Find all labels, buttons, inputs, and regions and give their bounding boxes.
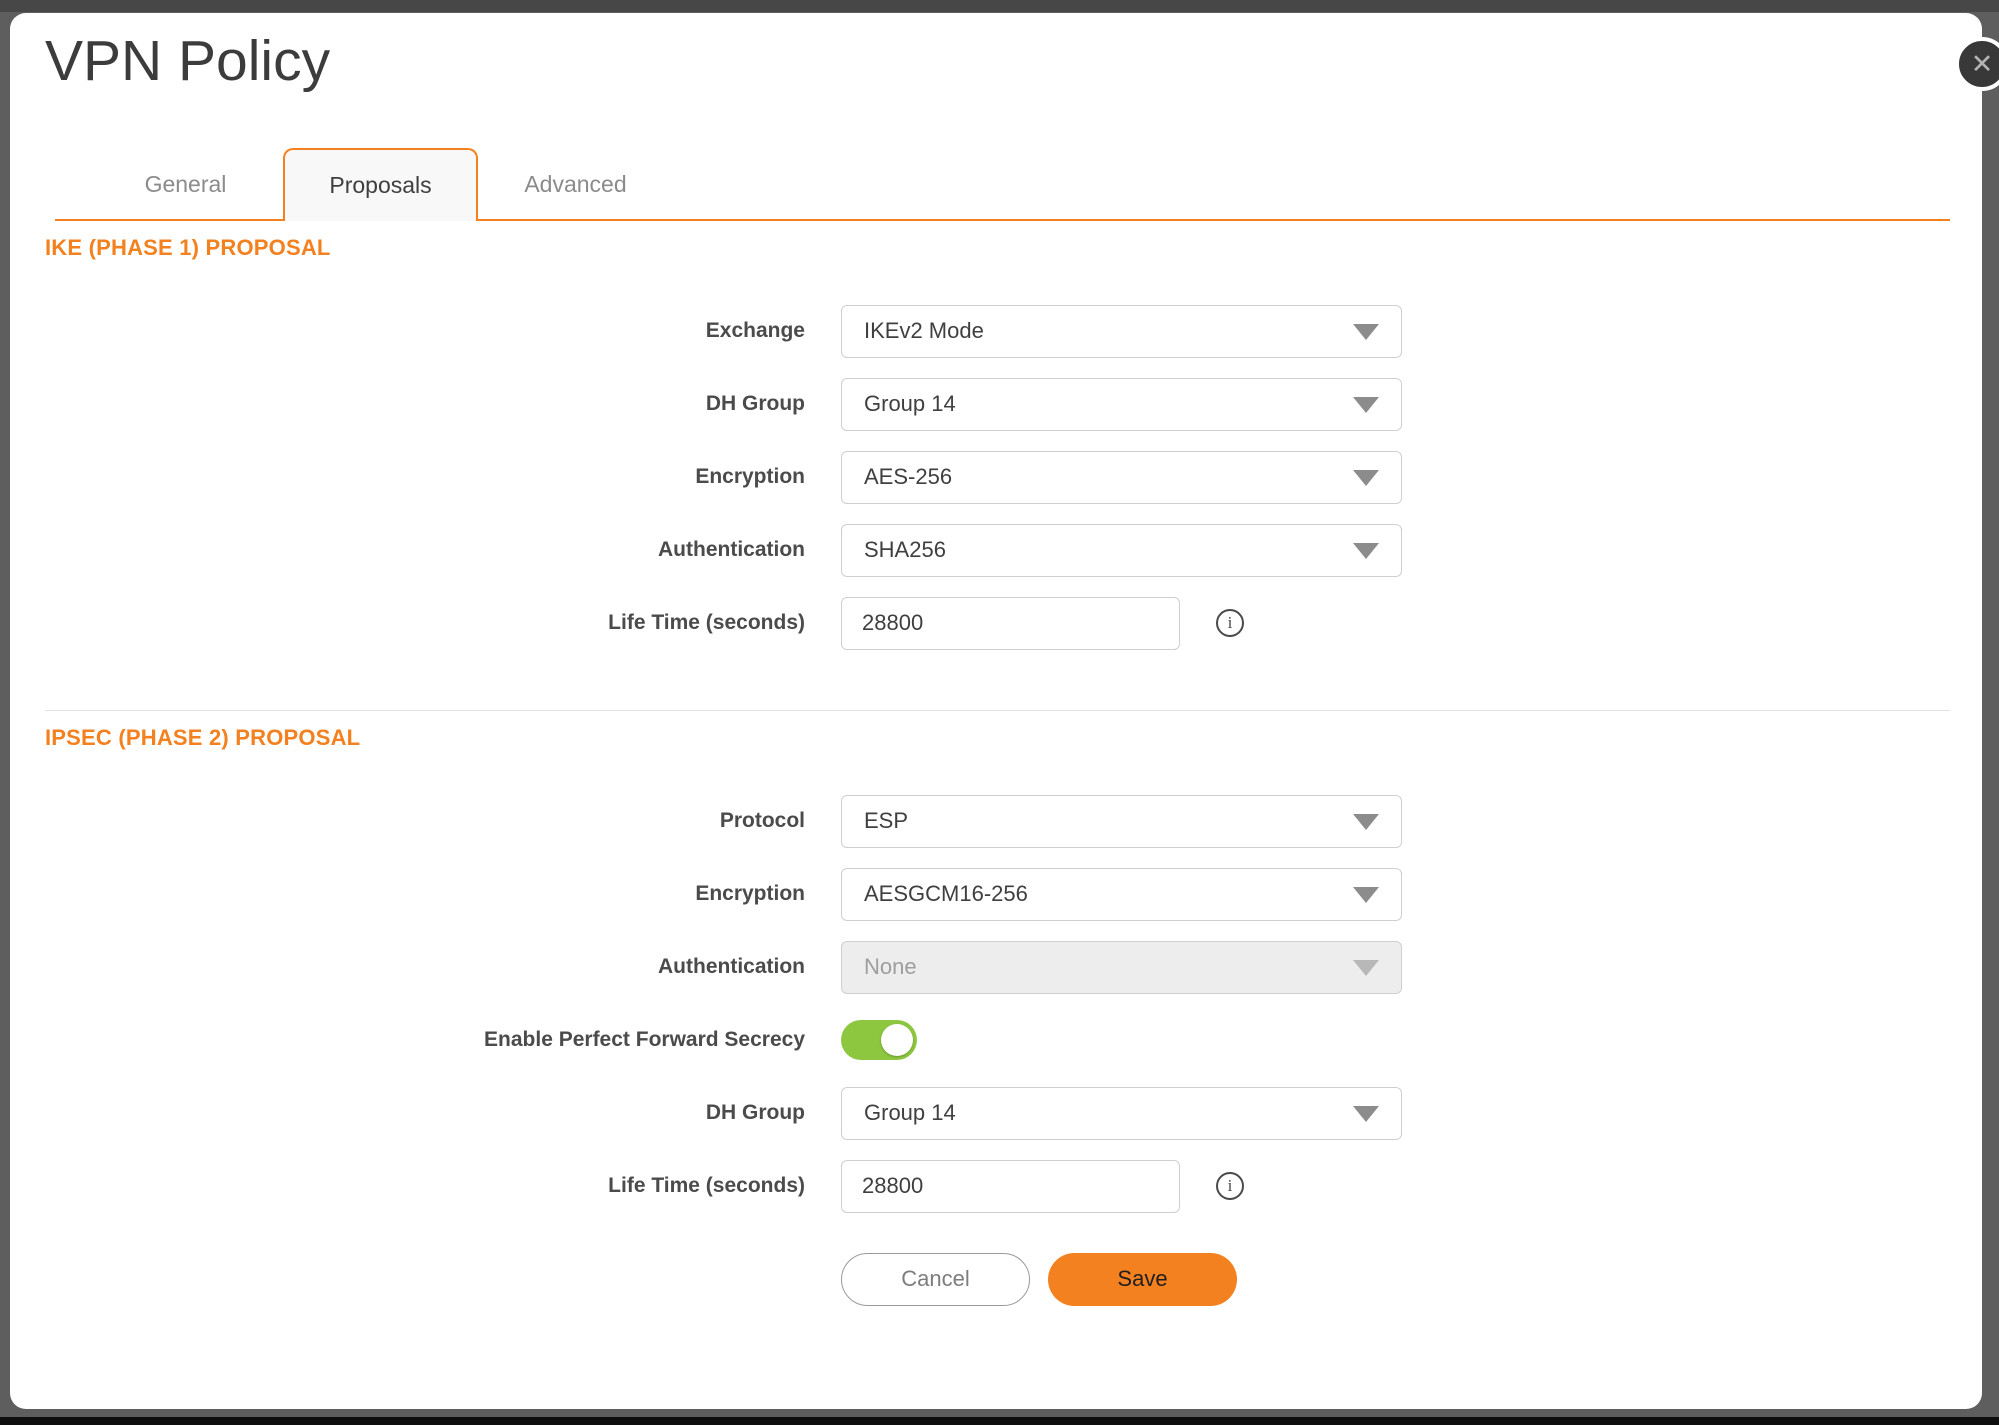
info-icon[interactable]: i [1216,609,1244,637]
vpn-policy-dialog: ✕ VPN Policy General Proposals Advanced … [10,13,1982,1409]
row-dh-group-p2: DH Group Group 14 [10,1087,1982,1140]
row-lifetime-p1: Life Time (seconds) i [10,597,1982,650]
exchange-label: Exchange [10,319,805,343]
dh-group-label: DH Group [10,392,805,416]
section-heading-ipsec: IPSEC (PHASE 2) PROPOSAL [45,725,1982,751]
tab-proposals[interactable]: Proposals [283,148,478,221]
authentication-select[interactable]: SHA256 [841,524,1402,577]
row-dh-group-p1: DH Group Group 14 [10,378,1982,431]
chevron-down-icon [1353,324,1379,340]
authentication-label: Authentication [10,538,805,562]
encryption-label: Encryption [10,882,805,906]
dh-group-value-p2: Group 14 [864,1100,956,1126]
section-ike-phase1: IKE (PHASE 1) PROPOSAL Exchange IKEv2 Mo… [10,235,1982,650]
dh-group-label: DH Group [10,1101,805,1125]
footer: Cancel Save [10,1253,1982,1306]
lifetime-input[interactable] [841,597,1180,650]
dh-group-select-p2[interactable]: Group 14 [841,1087,1402,1140]
protocol-value: ESP [864,808,908,834]
dh-group-select[interactable]: Group 14 [841,378,1402,431]
chevron-down-icon [1353,887,1379,903]
chevron-down-icon [1353,814,1379,830]
authentication-select-p2-disabled: None [841,941,1402,994]
row-encryption-p1: Encryption AES-256 [10,451,1982,504]
row-exchange: Exchange IKEv2 Mode [10,305,1982,358]
page-title: VPN Policy [45,29,1982,95]
row-authentication-p1: Authentication SHA256 [10,524,1982,577]
close-icon: ✕ [1971,51,1994,78]
lifetime-input-p2[interactable] [841,1160,1180,1213]
tab-general[interactable]: General [88,148,283,221]
exchange-select[interactable]: IKEv2 Mode [841,305,1402,358]
protocol-label: Protocol [10,809,805,833]
info-icon[interactable]: i [1216,1172,1244,1200]
chevron-down-icon [1353,1106,1379,1122]
chevron-down-icon [1353,543,1379,559]
lifetime-label: Life Time (seconds) [10,1174,805,1198]
chevron-down-icon [1353,960,1379,976]
pfs-toggle-on[interactable] [841,1020,917,1060]
encryption-select[interactable]: AES-256 [841,451,1402,504]
exchange-value: IKEv2 Mode [864,318,984,344]
pfs-label: Enable Perfect Forward Secrecy [10,1028,805,1052]
chevron-down-icon [1353,397,1379,413]
row-protocol: Protocol ESP [10,795,1982,848]
encryption-value: AES-256 [864,464,952,490]
tab-general-label: General [145,171,227,198]
row-lifetime-p2: Life Time (seconds) i [10,1160,1982,1213]
backdrop-top-strip [0,0,1999,12]
encryption-label: Encryption [10,465,805,489]
toggle-knob [881,1024,913,1056]
row-authentication-p2: Authentication None [10,941,1982,994]
tab-bar: General Proposals Advanced [10,148,1982,221]
row-perfect-forward-secrecy: Enable Perfect Forward Secrecy [10,1014,1982,1067]
authentication-value-p2: None [864,954,917,980]
lifetime-label: Life Time (seconds) [10,611,805,635]
save-button[interactable]: Save [1048,1253,1237,1306]
encryption-select-p2[interactable]: AESGCM16-256 [841,868,1402,921]
tab-advanced-label: Advanced [524,171,626,198]
cancel-button[interactable]: Cancel [841,1253,1030,1306]
chevron-down-icon [1353,470,1379,486]
authentication-label: Authentication [10,955,805,979]
authentication-value: SHA256 [864,537,946,563]
tab-advanced[interactable]: Advanced [478,148,673,221]
tab-proposals-label: Proposals [329,172,431,199]
backdrop-bottom-strip [0,1417,1999,1425]
section-ipsec-phase2: IPSEC (PHASE 2) PROPOSAL Protocol ESP En… [10,725,1982,1213]
section-divider [45,710,1950,711]
encryption-value-p2: AESGCM16-256 [864,881,1028,907]
section-heading-ike: IKE (PHASE 1) PROPOSAL [45,235,1982,261]
protocol-select[interactable]: ESP [841,795,1402,848]
row-encryption-p2: Encryption AESGCM16-256 [10,868,1982,921]
dh-group-value: Group 14 [864,391,956,417]
